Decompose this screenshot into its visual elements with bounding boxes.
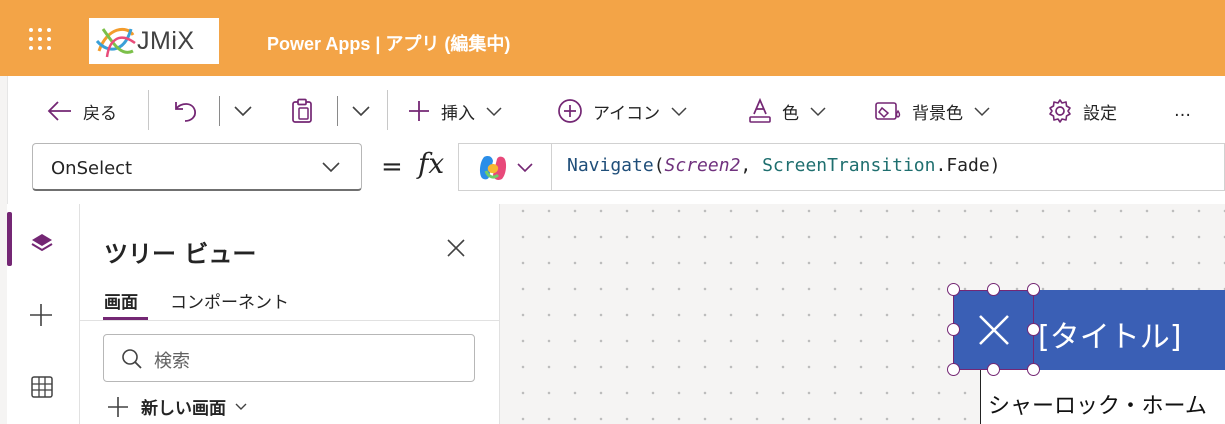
left-rail: [7, 204, 80, 424]
undo-icon: [175, 102, 197, 122]
icon-label: アイコン: [593, 103, 661, 124]
font-color-icon: [749, 98, 771, 123]
search-placeholder: 検索: [154, 351, 190, 372]
rail-active-indicator: [7, 212, 12, 266]
background-color-label: 背景色: [912, 103, 963, 124]
toolbar-divider: [387, 90, 388, 130]
search-icon: [122, 349, 142, 369]
chevron-down-icon: [671, 106, 687, 116]
formula-bar[interactable]: Navigate(Screen2, ScreenTransition.Fade): [458, 143, 1225, 191]
formula-enum-value: .Fade): [935, 155, 1001, 176]
gear-icon: [1049, 99, 1071, 123]
formula-comma: ,: [740, 155, 763, 176]
copilot-button[interactable]: [459, 144, 552, 190]
insert-label: 挿入: [441, 103, 475, 124]
formula-enum: ScreenTransition: [762, 155, 936, 176]
paint-bucket-icon: [875, 102, 901, 120]
app-title: Power Apps | アプリ (編集中): [267, 34, 511, 54]
formula-screen-ref: Screen2: [664, 155, 741, 176]
more-icon: …: [1174, 101, 1191, 121]
tab-components[interactable]: コンポーネント: [170, 288, 289, 313]
screen-body[interactable]: シャーロック・ホーム: [980, 370, 1225, 424]
plus-icon: [108, 396, 128, 417]
property-value: OnSelect: [51, 158, 133, 179]
new-screen-label: 新しい画面: [141, 399, 226, 419]
jmix-logo-mark: [95, 27, 136, 58]
screen-title-label[interactable]: [タイトル]: [1038, 312, 1181, 356]
color-label: 色: [782, 103, 799, 124]
more-options-button[interactable]: …: [1174, 96, 1191, 126]
resize-handle[interactable]: [987, 283, 1000, 296]
paste-button[interactable]: [290, 96, 314, 126]
tree-view-panel: ツリー ビュー 画面 コンポーネント 検索 新しい画面: [80, 204, 500, 424]
resize-handle[interactable]: [1027, 363, 1040, 376]
chevron-down-icon: [234, 106, 252, 117]
close-icon[interactable]: [446, 238, 466, 258]
chevron-down-icon: [486, 106, 502, 116]
background-color-button[interactable]: 背景色: [874, 96, 991, 126]
color-button[interactable]: 色: [748, 96, 827, 126]
formula-function: Navigate: [567, 155, 654, 176]
toolbar-divider: [148, 90, 149, 130]
copilot-icon: [479, 156, 507, 180]
arrow-left-icon: [47, 101, 71, 121]
split-divider: [219, 96, 220, 126]
resize-handle[interactable]: [947, 283, 960, 296]
resize-handle[interactable]: [947, 323, 960, 336]
jmix-logo: JMiX: [89, 18, 219, 64]
chevron-down-icon: [322, 162, 340, 173]
back-button[interactable]: 戻る: [47, 96, 117, 126]
chevron-down-icon: [810, 106, 826, 116]
equals-sign: =: [381, 152, 403, 182]
layers-icon[interactable]: [29, 231, 55, 257]
resize-handle[interactable]: [1027, 323, 1040, 336]
logo-text: JMiX: [137, 27, 195, 55]
chevron-down-icon: [235, 403, 247, 410]
undo-button[interactable]: [173, 96, 199, 126]
app-launcher-icon[interactable]: [29, 28, 53, 52]
resize-handle[interactable]: [987, 363, 1000, 376]
plus-icon[interactable]: [28, 302, 54, 328]
property-dropdown[interactable]: OnSelect: [32, 143, 362, 191]
close-icon: [979, 315, 1009, 345]
plus-icon: [409, 101, 429, 121]
insert-button[interactable]: 挿入: [407, 96, 503, 126]
add-circle-icon: [558, 99, 582, 123]
settings-button[interactable]: 設定: [1047, 96, 1117, 126]
tab-screens[interactable]: 画面: [104, 288, 138, 313]
chevron-down-icon: [517, 163, 533, 173]
undo-menu-button[interactable]: [233, 96, 253, 126]
settings-label: 設定: [1083, 103, 1117, 124]
resize-handle[interactable]: [947, 363, 960, 376]
app-header-bar: JMiX Power Apps | アプリ (編集中): [0, 0, 1225, 76]
screen-body-text[interactable]: シャーロック・ホーム: [988, 388, 1207, 420]
data-table-icon[interactable]: [30, 375, 54, 399]
new-screen-button[interactable]: 新しい画面: [107, 394, 248, 419]
icon-button[interactable]: アイコン: [557, 96, 688, 126]
chevron-down-icon: [352, 106, 370, 117]
formula-text[interactable]: Navigate(Screen2, ScreenTransition.Fade): [567, 155, 1001, 176]
tab-divider: [80, 320, 500, 321]
paste-menu-button[interactable]: [351, 96, 371, 126]
fx-icon: fx: [418, 147, 445, 180]
back-label: 戻る: [83, 103, 117, 124]
resize-handle[interactable]: [1027, 283, 1040, 296]
selected-close-icon-control[interactable]: [953, 290, 1034, 370]
formula-paren: (: [653, 155, 665, 176]
clipboard-icon: [292, 98, 312, 123]
tree-search-input[interactable]: 検索: [103, 334, 475, 382]
tree-view-title: ツリー ビュー: [104, 240, 257, 268]
chevron-down-icon: [974, 106, 990, 116]
split-divider: [337, 96, 338, 126]
